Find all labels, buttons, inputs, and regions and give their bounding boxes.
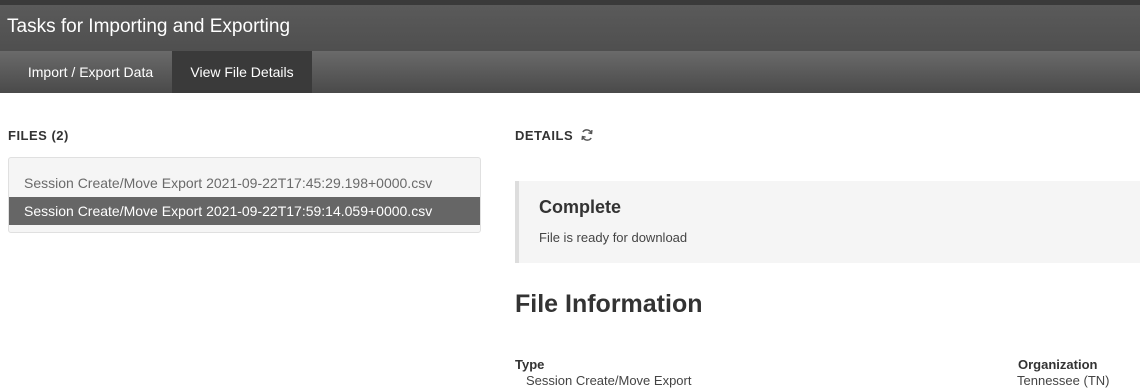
page-title: Tasks for Importing and Exporting <box>7 16 291 37</box>
type-value: Session Create/Move Export <box>526 373 692 388</box>
files-heading: FILES (2) <box>8 128 69 143</box>
file-information-heading: File Information <box>515 290 703 318</box>
tab-import-export-data[interactable]: Import / Export Data <box>9 51 172 93</box>
tab-bar: Import / Export Data View File Details <box>0 51 1140 93</box>
status-message: File is ready for download <box>539 230 688 245</box>
refresh-icon[interactable] <box>580 128 594 142</box>
organization-label: Organization <box>1018 357 1098 372</box>
files-list: Session Create/Move Export 2021-09-22T17… <box>8 157 481 233</box>
file-list-item[interactable]: Session Create/Move Export 2021-09-22T17… <box>9 169 480 197</box>
type-label: Type <box>515 357 545 372</box>
details-heading: DETAILS <box>515 128 574 143</box>
file-list-item-selected[interactable]: Session Create/Move Export 2021-09-22T17… <box>9 197 480 225</box>
organization-value: Tennessee (TN) <box>1017 373 1110 388</box>
status-title: Complete <box>539 197 622 217</box>
details-header: DETAILS <box>515 128 594 143</box>
status-panel: Complete File is ready for download <box>515 181 1140 263</box>
page-header: Tasks for Importing and Exporting <box>0 0 1140 51</box>
tab-view-file-details[interactable]: View File Details <box>172 51 312 93</box>
